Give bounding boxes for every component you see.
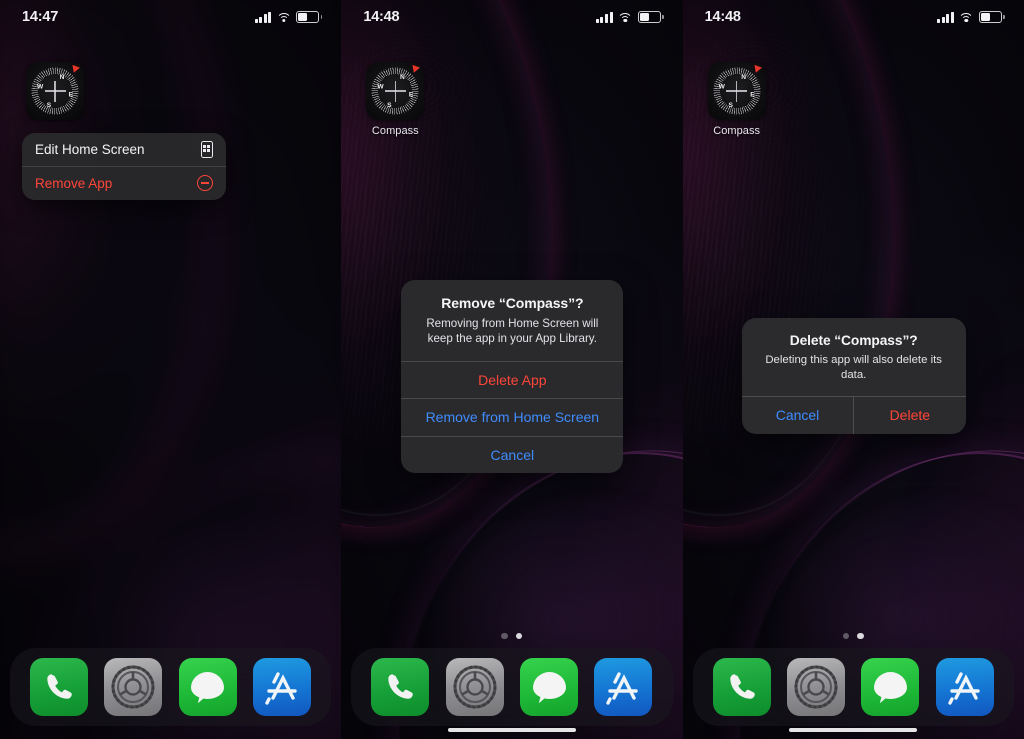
cancel-button[interactable]: Cancel — [401, 436, 623, 473]
status-indicators — [254, 11, 323, 23]
dock-app-messages[interactable] — [861, 658, 920, 716]
app-label: Compass — [713, 125, 761, 137]
dock-app-app-store[interactable] — [253, 658, 312, 716]
page-dot[interactable] — [501, 632, 508, 639]
compass-icon: N S E W — [707, 62, 766, 120]
compass-label-n: N — [399, 73, 405, 81]
phone-handset-icon — [388, 674, 414, 699]
compass-label-w: W — [37, 83, 44, 91]
context-menu: Edit Home Screen Remove App — [22, 133, 226, 200]
remove-app-action-sheet: Remove “Compass”? Removing from Home Scr… — [401, 280, 624, 474]
page-dot-active[interactable] — [515, 632, 523, 639]
compass-label-e: E — [68, 91, 73, 99]
compass-icon: N S E W — [366, 62, 425, 120]
dock-app-phone[interactable] — [712, 658, 771, 716]
home-indicator[interactable] — [789, 727, 918, 732]
dock-app-settings[interactable] — [445, 658, 504, 716]
status-time: 14:48 — [363, 9, 400, 25]
status-bar: 14:48 — [683, 0, 1024, 34]
status-time: 14:48 — [704, 9, 741, 25]
status-bar: 14:48 — [341, 0, 682, 34]
app-store-icon — [606, 672, 639, 705]
home-indicator[interactable] — [447, 727, 576, 732]
wifi-icon — [617, 12, 633, 23]
phone-screen-delete-alert: 14:48 N S E W Compass Delete “Compass”? … — [682, 0, 1024, 739]
context-menu-item-label: Remove App — [35, 175, 113, 191]
remove-from-home-screen-button[interactable]: Remove from Home Screen — [401, 399, 623, 436]
app-label: Compass — [371, 125, 419, 137]
compass-icon: N S E W — [26, 62, 84, 120]
status-indicators — [937, 11, 1005, 23]
context-menu-item-label: Edit Home Screen — [35, 142, 145, 157]
compass-label-w: W — [718, 83, 725, 91]
compass-label-s: S — [46, 101, 52, 109]
compass-label-n: N — [59, 73, 65, 81]
page-dot[interactable] — [842, 632, 850, 639]
status-bar: 14:47 — [0, 0, 341, 34]
sheet-message: Removing from Home Screen will keep the … — [426, 317, 599, 346]
phone-screen-context-menu: 14:47 N S E W Edit Home Screen Remove Ap… — [0, 0, 342, 739]
app-store-icon — [948, 672, 980, 705]
cellular-icon — [937, 11, 954, 23]
context-menu-item-remove-app[interactable]: Remove App — [22, 167, 226, 200]
battery-icon — [637, 11, 664, 23]
phone-screen-remove-sheet: 14:48 N S E W Compass Remove “Compass”? … — [341, 0, 683, 739]
gear-icon — [453, 665, 497, 709]
page-dots — [683, 632, 1024, 639]
compass-label-w: W — [377, 83, 384, 91]
phone-apps-icon — [201, 141, 213, 158]
page-dots — [341, 632, 682, 639]
delete-app-alert: Delete “Compass”? Deleting this app will… — [741, 318, 966, 434]
alert-title: Delete “Compass”? — [789, 333, 918, 348]
cancel-button[interactable]: Cancel — [742, 397, 854, 434]
minus-circle-icon — [197, 175, 213, 192]
alert-header: Delete “Compass”? Deleting this app will… — [742, 318, 966, 396]
gear-icon — [111, 665, 155, 709]
dock-app-app-store[interactable] — [594, 658, 653, 716]
dock-app-phone[interactable] — [371, 658, 430, 716]
battery-icon — [296, 11, 323, 23]
context-menu-item-edit-home-screen[interactable]: Edit Home Screen — [22, 133, 226, 166]
wifi-icon — [958, 12, 974, 23]
phone-handset-icon — [730, 674, 755, 699]
delete-button[interactable]: Delete — [854, 397, 966, 434]
app-store-icon — [265, 672, 297, 705]
status-indicators — [595, 11, 664, 23]
compass-label-n: N — [741, 73, 747, 81]
dock — [351, 648, 673, 726]
dock-app-settings[interactable] — [787, 658, 846, 716]
battery-icon — [978, 11, 1005, 23]
dock-app-app-store[interactable] — [935, 658, 994, 716]
app-icon-compass[interactable]: N S E W Compass — [362, 62, 428, 137]
sheet-header: Remove “Compass”? Removing from Home Scr… — [401, 280, 623, 361]
cellular-icon — [254, 11, 272, 23]
compass-label-s: S — [728, 101, 733, 109]
compass-label-e: E — [750, 91, 755, 99]
page-dot-active[interactable] — [857, 632, 864, 639]
dock — [692, 648, 1014, 726]
app-icon-compass[interactable]: N S E W Compass — [704, 62, 770, 137]
alert-actions: Cancel Delete — [742, 396, 966, 434]
gear-icon — [794, 665, 838, 709]
app-icon-compass[interactable]: N S E W — [22, 62, 88, 120]
delete-app-button[interactable]: Delete App — [401, 361, 623, 398]
dock-app-messages[interactable] — [178, 658, 237, 716]
status-time: 14:47 — [22, 9, 59, 25]
dock-app-settings[interactable] — [104, 658, 163, 716]
compass-label-s: S — [387, 101, 392, 109]
screenshot-root: 14:47 N S E W Edit Home Screen Remove Ap… — [0, 0, 1024, 739]
phone-handset-icon — [47, 674, 72, 699]
compass-label-e: E — [408, 91, 414, 99]
dock-app-messages[interactable] — [520, 658, 579, 716]
sheet-title: Remove “Compass”? — [441, 295, 584, 311]
dock-app-phone[interactable] — [30, 658, 89, 716]
alert-message: Deleting this app will also delete its d… — [765, 354, 942, 382]
wifi-icon — [276, 12, 292, 23]
cellular-icon — [595, 11, 613, 23]
dock — [10, 648, 332, 726]
